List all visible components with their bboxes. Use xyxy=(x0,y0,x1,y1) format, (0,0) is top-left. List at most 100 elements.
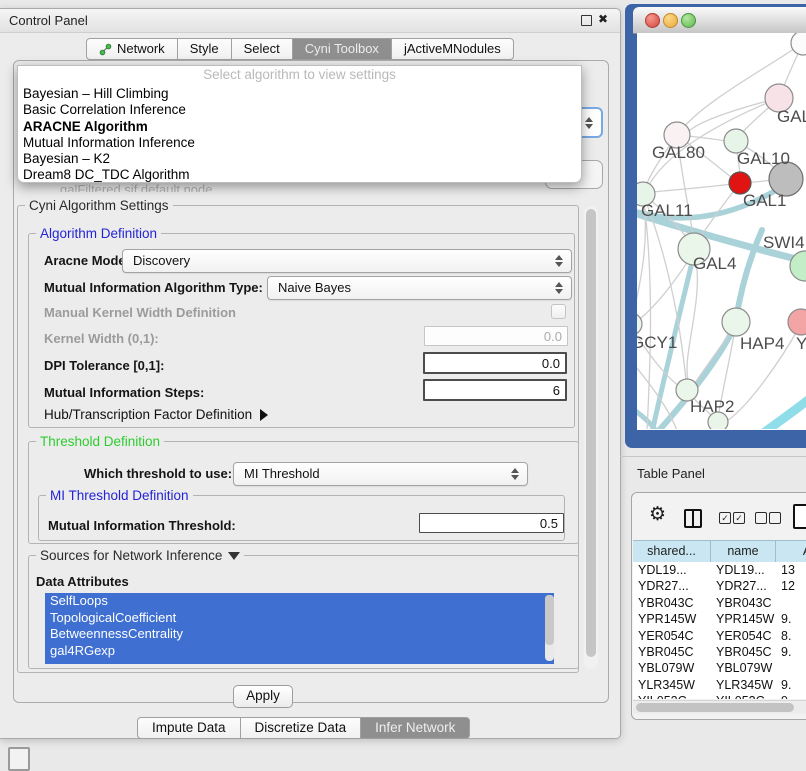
table-row[interactable]: YBR043C YBR043C xyxy=(633,595,806,611)
manual-kernel-width-checkbox[interactable] xyxy=(551,304,566,319)
gear-icon[interactable]: ⚙ xyxy=(649,505,666,525)
apply-button[interactable]: Apply xyxy=(233,685,293,708)
checkbox-unchecked-icon[interactable] xyxy=(755,512,767,524)
network-node-gcy1[interactable] xyxy=(637,313,642,335)
mi-algorithm-type-combo[interactable]: Naive Bayes xyxy=(267,276,572,300)
control-panel-title: Control Panel xyxy=(9,13,88,28)
table-row[interactable]: YPR145W YPR145W 9. xyxy=(633,611,806,627)
cell: YLR345W xyxy=(633,677,711,693)
cell: YIL052C xyxy=(711,693,776,699)
algorithm-select-popup[interactable]: Select algorithm to view settings Bayesi… xyxy=(17,65,582,183)
kernel-width-input[interactable] xyxy=(424,326,568,346)
minimized-panel-icon[interactable] xyxy=(8,747,30,771)
table-row[interactable]: YER054C YER054C 8. xyxy=(633,628,806,644)
tab-style-label: Style xyxy=(190,39,219,59)
checkbox-checked-icon[interactable]: ✓ xyxy=(733,512,745,524)
attribute-item[interactable]: gal4RGexp xyxy=(45,643,554,660)
table-body[interactable]: YDL19... YDL19... 13 YDR27... YDR27... 1… xyxy=(633,562,806,699)
aracne-mode-label: Aracne Mode: xyxy=(44,253,130,268)
manual-kernel-width-label: Manual Kernel Width Definition xyxy=(44,305,236,320)
settings-scrollbar[interactable] xyxy=(584,206,598,669)
table-header-row: shared... name A xyxy=(633,540,806,563)
tab-discretize-data[interactable]: Discretize Data xyxy=(240,717,362,739)
algorithm-option-current[interactable]: ARACNE Algorithm xyxy=(23,119,576,135)
mi-steps-input[interactable] xyxy=(423,379,567,401)
cell: 12 xyxy=(776,578,806,594)
table-row[interactable]: YDR27... YDR27... 12 xyxy=(633,578,806,594)
tab-network[interactable]: Network xyxy=(86,38,178,60)
attribute-list-scrollbar[interactable] xyxy=(545,595,554,661)
column-header-name[interactable]: name xyxy=(711,541,776,563)
close-panel-icon[interactable]: ✖ xyxy=(598,12,608,26)
node-label: HAP2 xyxy=(690,397,734,416)
attribute-item[interactable]: TopologicalCoefficient xyxy=(45,610,554,627)
network-view-window[interactable]: GAL7 GAL80 GAL10 GAL1 GAL11 SWI4 GAL4 GC… xyxy=(625,4,806,448)
attribute-list-scroll-thumb[interactable] xyxy=(545,595,554,645)
sources-title-text: Sources for Network Inference xyxy=(40,548,222,563)
float-window-icon[interactable] xyxy=(581,15,592,26)
close-window-icon[interactable] xyxy=(645,13,660,28)
mi-threshold-group-title: MI Threshold Definition xyxy=(46,488,193,503)
table-row[interactable]: YDL19... YDL19... 13 xyxy=(633,562,806,578)
checkbox-checked-icon[interactable]: ✓ xyxy=(719,512,731,524)
tab-impute-data[interactable]: Impute Data xyxy=(137,717,241,739)
cell: 9. xyxy=(776,644,806,660)
which-threshold-combo[interactable]: MI Threshold xyxy=(233,462,528,486)
cell: 13 xyxy=(776,562,806,578)
tab-style[interactable]: Style xyxy=(177,38,232,60)
network-node-y[interactable] xyxy=(788,309,806,335)
data-attributes-list[interactable]: SelfLoops TopologicalCoefficient Between… xyxy=(45,593,554,664)
tab-jactivemnodules[interactable]: jActiveMNodules xyxy=(391,38,514,60)
checkbox-unchecked-icon[interactable] xyxy=(769,512,781,524)
which-threshold-label: Which threshold to use: xyxy=(84,466,232,481)
aracne-mode-combo[interactable]: Discovery xyxy=(122,249,572,273)
network-node-hap4[interactable] xyxy=(722,308,750,336)
network-window-titlebar[interactable] xyxy=(633,7,806,34)
settings-scroll-thumb[interactable] xyxy=(586,209,596,657)
network-graph: GAL7 GAL80 GAL10 GAL1 GAL11 SWI4 GAL4 GC… xyxy=(637,33,806,429)
minimize-window-icon[interactable] xyxy=(663,13,678,28)
mi-threshold-input[interactable] xyxy=(419,513,564,533)
collapse-down-icon[interactable] xyxy=(228,552,240,560)
table-horizontal-scrollbar[interactable] xyxy=(633,700,806,714)
hub-definition-label: Hub/Transcription Factor Definition xyxy=(44,407,252,422)
columns-icon[interactable] xyxy=(684,509,702,528)
aracne-mode-value: Discovery xyxy=(133,253,190,268)
new-table-icon[interactable] xyxy=(793,504,806,529)
table-row[interactable]: YBL079W YBL079W xyxy=(633,660,806,676)
tab-infer-network[interactable]: Infer Network xyxy=(360,717,470,739)
table-row[interactable]: YBR045C YBR045C 9. xyxy=(633,644,806,660)
tab-network-label: Network xyxy=(117,39,165,59)
algorithm-option[interactable]: Bayesian – Hill Climbing xyxy=(23,86,576,102)
column-header-shared-name[interactable]: shared... xyxy=(633,541,711,563)
algorithm-option[interactable]: Basic Correlation Inference xyxy=(23,102,576,118)
node-label: GAL11 xyxy=(641,201,693,220)
tab-cyni-toolbox[interactable]: Cyni Toolbox xyxy=(292,38,392,60)
table-hscroll-thumb[interactable] xyxy=(636,703,794,712)
zoom-window-icon[interactable] xyxy=(681,13,696,28)
attribute-item[interactable]: SelfLoops xyxy=(45,593,554,610)
combo-spinner-icon xyxy=(555,282,564,294)
cell: YDL19... xyxy=(633,562,711,578)
algorithm-definition-title: Algorithm Definition xyxy=(36,226,161,241)
attribute-item[interactable]: BetweennessCentrality xyxy=(45,626,554,643)
network-edge xyxy=(740,400,806,429)
network-canvas[interactable]: GAL7 GAL80 GAL10 GAL1 GAL11 SWI4 GAL4 GC… xyxy=(637,33,806,430)
cell: YPR145W xyxy=(711,611,776,627)
table-row[interactable]: YLR345W YLR345W 9. xyxy=(633,677,806,693)
network-node[interactable] xyxy=(791,33,806,55)
cell: YIL052C xyxy=(633,693,711,699)
algorithm-option[interactable]: Mutual Information Inference xyxy=(23,135,576,151)
settings-group-title: Cyni Algorithm Settings xyxy=(25,198,173,213)
combo-spinner-icon xyxy=(555,255,564,267)
dpi-tolerance-input[interactable] xyxy=(423,352,567,374)
node-label: HAP4 xyxy=(740,334,784,353)
algorithm-option[interactable]: Dream8 DC_TDC Algorithm xyxy=(23,167,576,183)
tab-select[interactable]: Select xyxy=(231,38,293,60)
cell: YBL079W xyxy=(711,660,776,676)
table-row[interactable]: YIL052C YIL052C 9 xyxy=(633,693,806,699)
column-header-partial[interactable]: A xyxy=(776,541,806,563)
tab-cyni-toolbox-label: Cyni Toolbox xyxy=(305,39,379,59)
algorithm-option[interactable]: Bayesian – K2 xyxy=(23,151,576,167)
hub-definition-toggle[interactable]: Hub/Transcription Factor Definition xyxy=(44,407,268,422)
